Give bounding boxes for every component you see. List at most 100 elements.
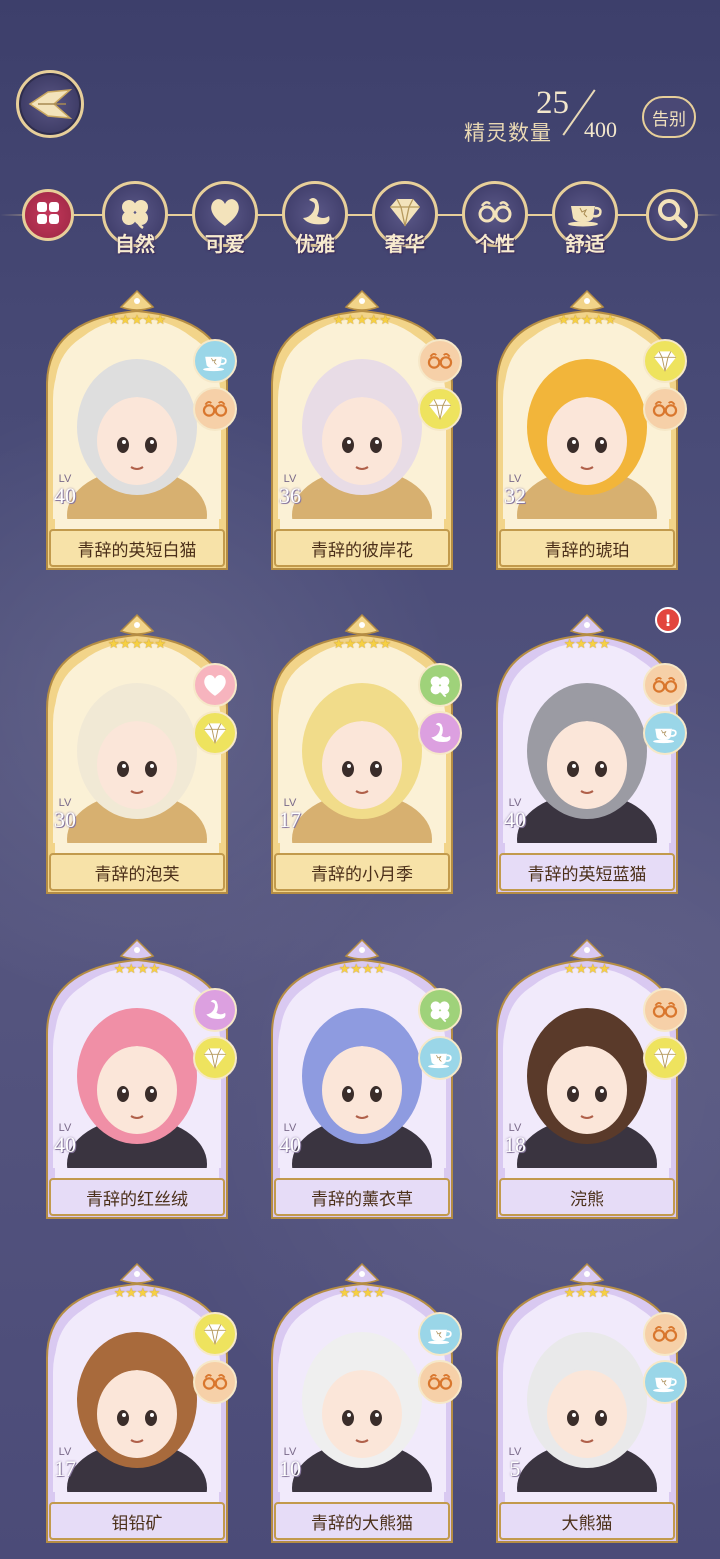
spirit-count-current: 25: [536, 85, 569, 121]
spirit-card[interactable]: ★★★★★ LV 17 青辞的小月季: [266, 613, 462, 895]
teacup-icon: [643, 711, 687, 755]
filter-label: 自然: [115, 232, 155, 256]
filter-label: 个性: [475, 232, 515, 256]
character-name: 青辞的泡芙: [49, 853, 225, 891]
glasses-icon: [643, 988, 687, 1032]
character-name: 青辞的红丝绒: [49, 1178, 225, 1216]
level-value: 32: [504, 483, 526, 508]
glasses-icon: [193, 1360, 237, 1404]
character-name: 钼铅矿: [49, 1502, 225, 1540]
teacup-icon: [193, 339, 237, 383]
rarity-stars: ★★★★: [113, 1286, 161, 1301]
filter-label: 可爱: [205, 232, 245, 256]
alert-badge: !: [655, 607, 681, 633]
level-badge: LV 17: [45, 1446, 85, 1480]
diamond-icon: [643, 339, 687, 383]
character-name: 青辞的大熊猫: [274, 1502, 450, 1540]
character-name: 青辞的琥珀: [499, 529, 675, 567]
diamond-icon: [643, 1036, 687, 1080]
character-name: 浣熊: [499, 1178, 675, 1216]
rarity-stars: ★★★★: [563, 962, 611, 977]
level-value: 17: [54, 1456, 76, 1481]
level-value: 40: [54, 1132, 76, 1157]
spirit-count: 精灵数量 25 400: [462, 85, 642, 150]
spirit-card[interactable]: ★★★★★ LV 32 青辞的琥珀: [491, 289, 687, 571]
glasses-icon: [476, 196, 514, 232]
glasses-icon: [418, 339, 462, 383]
clover-icon: [418, 988, 462, 1032]
teacup-icon: [643, 1360, 687, 1404]
character-name: 青辞的彼岸花: [274, 529, 450, 567]
level-badge: LV 40: [45, 473, 85, 507]
diamond-icon: [193, 711, 237, 755]
character-name: 青辞的薰衣草: [274, 1178, 450, 1216]
diamond-icon: [193, 1312, 237, 1356]
glasses-icon: [193, 387, 237, 431]
character-name: 青辞的英短蓝猫: [499, 853, 675, 891]
character-name: 青辞的小月季: [274, 853, 450, 891]
glasses-icon: [418, 1360, 462, 1404]
glasses-icon: [643, 1312, 687, 1356]
level-badge: LV 17: [270, 797, 310, 831]
diamond-icon: [193, 1036, 237, 1080]
spirit-card[interactable]: ★★★★ LV 40 青辞的英短蓝猫 !: [491, 607, 687, 895]
rarity-stars: ★★★★★: [107, 313, 167, 328]
glasses-icon: [643, 663, 687, 707]
level-badge: LV 30: [45, 797, 85, 831]
rarity-stars: ★★★★★: [557, 313, 617, 328]
spirit-card[interactable]: ★★★★★ LV 36 青辞的彼岸花: [266, 289, 462, 571]
level-value: 40: [279, 1132, 301, 1157]
rarity-stars: ★★★★: [338, 1286, 386, 1301]
swan-icon: [418, 711, 462, 755]
glasses-icon: [643, 387, 687, 431]
grid-icon: [35, 200, 61, 230]
spirit-card[interactable]: ★★★★ LV 5 大熊猫: [491, 1262, 687, 1544]
spirit-card[interactable]: ★★★★★ LV 40 青辞的英短白猫: [41, 289, 237, 571]
clover-icon: [418, 663, 462, 707]
back-arrow-icon: [28, 89, 73, 119]
teacup-icon: [565, 196, 605, 232]
heart-icon: [207, 196, 243, 232]
level-badge: LV 40: [495, 797, 535, 831]
swan-icon: [193, 988, 237, 1032]
level-value: 40: [504, 807, 526, 832]
level-badge: LV 5: [495, 1446, 535, 1480]
level-value: 5: [509, 1456, 521, 1481]
spirit-card[interactable]: ★★★★ LV 40 青辞的薰衣草: [266, 938, 462, 1220]
teacup-icon: [418, 1036, 462, 1080]
search-icon: [654, 195, 690, 235]
rarity-stars: ★★★★: [563, 1286, 611, 1301]
filter-label: 奢华: [385, 232, 425, 256]
level-value: 36: [279, 483, 301, 508]
filter-label: 优雅: [295, 232, 335, 256]
diamond-icon: [418, 387, 462, 431]
heart-icon: [193, 663, 237, 707]
character-name: 青辞的英短白猫: [49, 529, 225, 567]
spirit-card[interactable]: ★★★★ LV 18 浣熊: [491, 938, 687, 1220]
level-badge: LV 40: [45, 1122, 85, 1156]
filter-grid-button[interactable]: [22, 189, 74, 241]
level-badge: LV 18: [495, 1122, 535, 1156]
level-badge: LV 10: [270, 1446, 310, 1480]
spirit-card[interactable]: ★★★★★ LV 30 青辞的泡芙: [41, 613, 237, 895]
level-badge: LV 32: [495, 473, 535, 507]
spirit-card[interactable]: ★★★★ LV 40 青辞的红丝绒: [41, 938, 237, 1220]
spirit-card[interactable]: ★★★★ LV 17 钼铅矿: [41, 1262, 237, 1544]
back-button[interactable]: [16, 70, 84, 138]
level-value: 10: [279, 1456, 301, 1481]
rarity-stars: ★★★★: [113, 962, 161, 977]
spirit-count-total: 400: [584, 117, 617, 142]
farewell-button[interactable]: 告别: [642, 96, 696, 138]
level-badge: LV 40: [270, 1122, 310, 1156]
level-value: 18: [504, 1132, 526, 1157]
rarity-stars: ★★★★★: [332, 637, 392, 652]
level-value: 30: [54, 807, 76, 832]
filter-search-button[interactable]: [646, 189, 698, 241]
spirit-card[interactable]: ★★★★ LV 10 青辞的大熊猫: [266, 1262, 462, 1544]
level-badge: LV 36: [270, 473, 310, 507]
teacup-icon: [418, 1312, 462, 1356]
rarity-stars: ★★★★★: [332, 313, 392, 328]
filter-label: 舒适: [565, 232, 605, 256]
level-value: 17: [279, 807, 301, 832]
diamond-icon: [386, 196, 424, 232]
